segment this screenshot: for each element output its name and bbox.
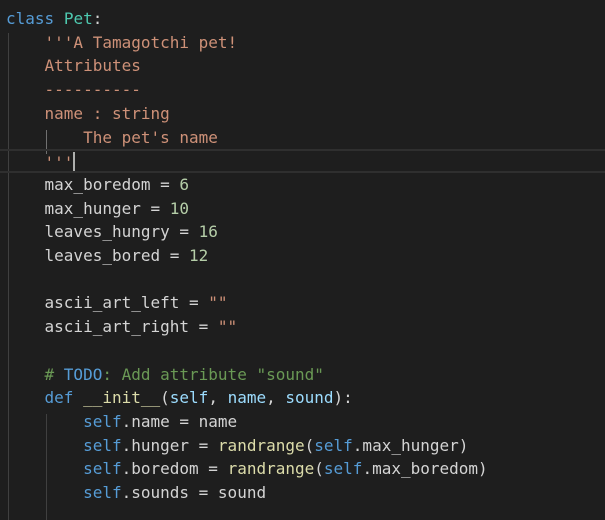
code-token: .name = name: [121, 411, 238, 431]
code-line-current[interactable]: ''': [0, 149, 605, 174]
code-token: ,: [208, 388, 228, 408]
code-line[interactable]: '''A Tamagotchi pet!: [6, 31, 238, 55]
code-token: .hunger =: [121, 435, 218, 455]
code-line[interactable]: The pet's name: [6, 126, 218, 150]
code-text: ascii_art_right = "": [6, 317, 238, 337]
code-line[interactable]: leaves_hungry = 16: [6, 220, 218, 244]
code-token: "": [208, 293, 228, 313]
code-token: max_boredom =: [6, 174, 180, 194]
code-text: leaves_bored = 12: [6, 246, 209, 265]
code-text: # TODO: Add attribute "sound": [6, 365, 324, 384]
code-text: Attributes: [6, 56, 141, 75]
code-token: .boredom =: [121, 459, 228, 479]
code-text: ''': [6, 152, 76, 173]
code-token: self: [83, 483, 122, 502]
code-token: TODO: [63, 364, 103, 384]
code-token: .max_hunger): [352, 435, 469, 455]
code-token: Attributes: [6, 56, 141, 76]
code-token: self: [83, 411, 122, 431]
code-token: __init__: [83, 388, 161, 408]
code-token: :: [92, 9, 103, 28]
code-token: (: [160, 388, 170, 408]
code-token: "": [217, 317, 238, 337]
code-text: '''A Tamagotchi pet!: [6, 32, 238, 52]
code-token: Pet: [63, 9, 93, 28]
code-line[interactable]: ascii_art_right = "": [6, 315, 238, 339]
code-token: self: [83, 435, 122, 455]
code-token: leaves_bored =: [6, 246, 190, 265]
code-token: 12: [189, 246, 209, 265]
code-token: 6: [179, 174, 190, 194]
code-token: ''': [6, 153, 74, 173]
code-token: def: [44, 388, 74, 408]
code-token: 10: [169, 198, 190, 218]
code-token: leaves_hungry =: [6, 222, 199, 242]
code-token: ascii_art_left =: [6, 293, 209, 313]
code-token: self: [323, 459, 363, 479]
code-text: self.boredom = randrange(self.max_boredo…: [6, 459, 488, 478]
code-token: #: [6, 364, 64, 384]
code-token: .sounds = sound: [121, 483, 267, 502]
code-editor[interactable]: class Pet: '''A Tamagotchi pet! Attribut…: [0, 0, 605, 520]
code-line[interactable]: ----------: [6, 78, 141, 102]
code-text: def __init__(self, name, sound):: [6, 388, 353, 407]
code-text: ascii_art_left = "": [6, 293, 228, 312]
code-line[interactable]: Attributes: [6, 54, 141, 78]
code-line[interactable]: max_boredom = 6: [6, 173, 190, 197]
code-token: ascii_art_right =: [6, 317, 218, 337]
code-line[interactable]: self.name = name: [6, 410, 237, 434]
code-text: self.sounds = sound: [6, 483, 266, 502]
code-line[interactable]: self.boredom = randrange(self.max_boredo…: [6, 457, 488, 481]
code-text: max_hunger = 10: [6, 198, 190, 218]
code-token: class: [6, 9, 55, 28]
code-text: leaves_hungry = 16: [6, 222, 218, 241]
code-token: .max_boredom): [362, 459, 488, 479]
code-token: (: [314, 459, 324, 479]
code-text: ----------: [6, 80, 141, 99]
code-token: self: [83, 459, 122, 479]
code-token: sound: [285, 388, 334, 408]
code-text: self.hunger = randrange(self.max_hunger): [6, 436, 468, 455]
code-line[interactable]: leaves_bored = 12: [6, 244, 209, 268]
code-token: 16: [198, 222, 218, 242]
code-token: name : string: [6, 103, 170, 123]
code-text: max_boredom = 6: [6, 174, 190, 194]
code-token: (: [304, 435, 315, 455]
code-text: class Pet:: [6, 9, 102, 28]
code-token: self: [314, 435, 353, 455]
code-token: ,: [266, 388, 286, 408]
code-line[interactable]: self.sounds = sound: [6, 481, 266, 505]
code-token: name: [227, 388, 267, 408]
code-line[interactable]: class Pet:: [6, 7, 102, 31]
code-line[interactable]: self.hunger = randrange(self.max_hunger): [6, 434, 468, 458]
code-text: name : string: [6, 104, 170, 123]
code-text: self.name = name: [6, 412, 237, 431]
code-token: randrange: [217, 435, 305, 455]
code-token: ----------: [6, 80, 141, 100]
text-cursor: [73, 152, 76, 172]
code-token: randrange: [227, 459, 315, 479]
code-token: max_hunger =: [6, 198, 170, 218]
code-line[interactable]: def __init__(self, name, sound):: [6, 386, 353, 410]
code-line[interactable]: ascii_art_left = "": [6, 291, 228, 315]
code-token: ):: [333, 388, 353, 408]
code-line[interactable]: # TODO: Add attribute "sound": [6, 363, 324, 387]
code-line[interactable]: name : string: [6, 102, 170, 126]
code-line[interactable]: max_hunger = 10: [6, 197, 190, 221]
code-token: The pet's name: [6, 127, 218, 147]
code-token: self: [169, 388, 209, 408]
code-text: The pet's name: [6, 128, 218, 147]
code-token: '''A Tamagotchi pet!: [6, 32, 238, 52]
code-token: : Add attribute "sound": [102, 364, 324, 384]
